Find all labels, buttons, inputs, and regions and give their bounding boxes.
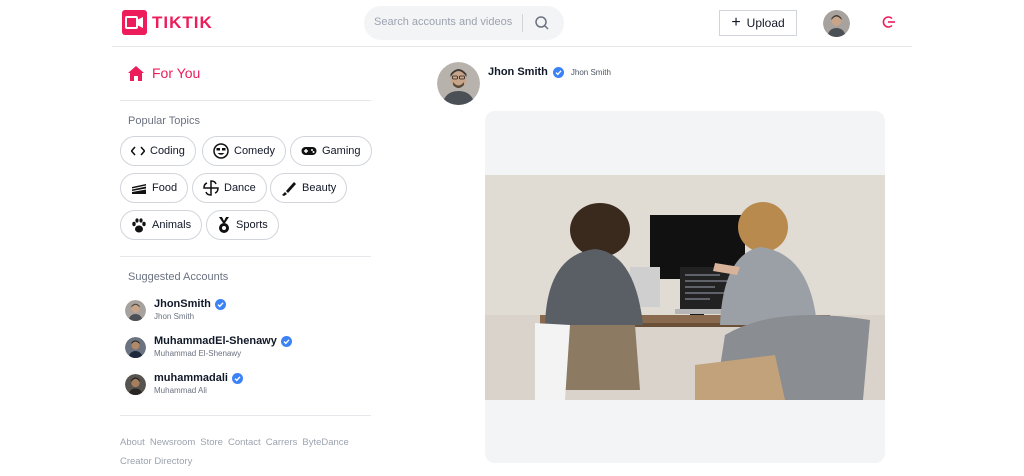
topic-beauty[interactable]: Beauty <box>270 173 348 203</box>
suggested-account[interactable]: JhonSmith Jhon Smith <box>125 298 226 321</box>
topic-coding[interactable]: Coding <box>120 136 196 166</box>
suggested-accounts-title: Suggested Accounts <box>128 271 229 283</box>
logo-text: TIKTIK <box>152 12 213 32</box>
paw-icon <box>132 217 146 232</box>
logout-icon[interactable] <box>882 15 896 34</box>
footer-link-newsroom[interactable]: Newsroom <box>150 437 195 448</box>
footer-link-store[interactable]: Store <box>200 437 223 448</box>
footer-link-about[interactable]: About <box>120 437 145 448</box>
video-player[interactable] <box>485 175 885 400</box>
search-divider <box>522 14 523 32</box>
search-icon[interactable] <box>534 15 550 36</box>
account-name: MuhammadEl-Shenawy <box>154 335 277 347</box>
account-name: muhammadali <box>154 372 228 384</box>
home-icon <box>128 65 144 81</box>
for-you-link[interactable]: For You <box>128 65 200 81</box>
verified-icon <box>231 372 243 384</box>
post-author-name: Jhon Smith <box>488 66 548 78</box>
topic-label: Coding <box>150 145 185 157</box>
topic-label: Sports <box>236 219 268 231</box>
verified-icon <box>214 298 226 310</box>
divider <box>120 100 371 101</box>
topic-animals[interactable]: Animals <box>120 210 203 240</box>
post-author[interactable]: Jhon Smith Jhon Smith <box>488 66 611 78</box>
plus-icon: + <box>731 14 741 31</box>
cake-icon <box>131 184 147 194</box>
code-icon <box>131 146 145 156</box>
navbar: TIKTIK Search accounts and videos + Uplo… <box>112 0 912 47</box>
account-fullname: Jhon Smith <box>154 312 195 321</box>
post-author-avatar[interactable] <box>437 62 480 105</box>
logo[interactable]: TIKTIK <box>122 10 213 35</box>
topic-label: Animals <box>152 219 192 231</box>
verified-icon <box>552 66 564 78</box>
topic-dance[interactable]: Dance <box>192 173 267 203</box>
medal-icon <box>219 216 229 233</box>
logo-icon <box>122 10 147 35</box>
footer-link-contact[interactable]: Contact <box>228 437 261 448</box>
suggested-account[interactable]: MuhammadEl-Shenawy Muhammad El-Shenawy <box>125 335 292 358</box>
footer-link-carrers[interactable]: Carrers <box>266 437 298 448</box>
topic-food[interactable]: Food <box>120 173 189 203</box>
avatar <box>125 374 146 395</box>
post-author-sub: Jhon Smith <box>570 67 611 77</box>
avatar <box>125 300 146 321</box>
suggested-account[interactable]: muhammadali Muhammad Ali <box>125 372 243 395</box>
avatar <box>125 337 146 358</box>
topic-gaming[interactable]: Gaming <box>290 136 372 166</box>
divider <box>120 415 371 416</box>
brush-icon <box>282 182 296 196</box>
account-name: JhonSmith <box>154 298 211 310</box>
upload-label: Upload <box>746 16 785 30</box>
search-input[interactable]: Search accounts and videos <box>374 16 512 28</box>
footer-link-creator-directory[interactable]: Creator Directory <box>120 456 192 467</box>
user-avatar[interactable] <box>823 10 850 37</box>
footer-link-bytedance[interactable]: ByteDance <box>302 437 348 448</box>
popular-topics-title: Popular Topics <box>128 115 200 127</box>
upload-button[interactable]: + Upload <box>719 10 797 36</box>
smile-icon <box>213 143 229 159</box>
topic-comedy[interactable]: Comedy <box>202 136 286 166</box>
video-card[interactable] <box>485 111 885 463</box>
account-fullname: Muhammad Ali <box>154 386 207 395</box>
topic-sports[interactable]: Sports <box>206 210 279 240</box>
verified-icon <box>280 335 292 347</box>
gamepad-icon <box>301 147 317 155</box>
topic-label: Dance <box>224 182 256 194</box>
search-bar[interactable]: Search accounts and videos <box>364 6 564 40</box>
topic-label: Gaming <box>322 145 361 157</box>
topic-label: Comedy <box>234 145 275 157</box>
account-fullname: Muhammad El-Shenawy <box>154 349 242 358</box>
spiral-icon <box>203 180 219 196</box>
divider <box>120 256 371 257</box>
footer-links: About Newsroom Store Contact Carrers ByteDanc… <box>120 433 370 471</box>
topic-label: Food <box>152 182 178 194</box>
for-you-label: For You <box>152 65 201 81</box>
topic-label: Beauty <box>302 182 337 194</box>
